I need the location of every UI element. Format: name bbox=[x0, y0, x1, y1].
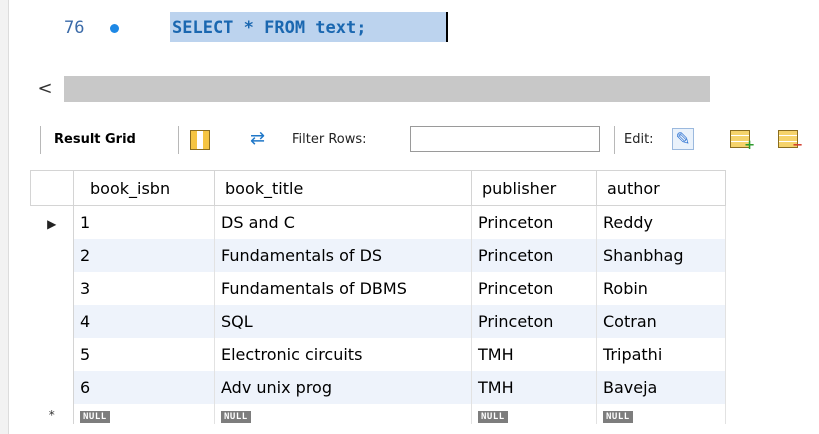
table-cell[interactable]: 3 bbox=[73, 272, 215, 305]
column-header[interactable]: publisher bbox=[471, 170, 597, 206]
new-row-star-icon: * bbox=[48, 408, 55, 422]
table-cell[interactable]: Princeton bbox=[471, 205, 597, 239]
form-editor-grid-icon[interactable] bbox=[190, 130, 210, 150]
table-cell[interactable]: NULL bbox=[214, 404, 472, 424]
table-row[interactable]: 4 SQL Princeton Cotran bbox=[30, 305, 726, 338]
table-row[interactable]: 3 Fundamentals of DBMS Princeton Robin bbox=[30, 272, 726, 305]
delete-row-icon[interactable] bbox=[778, 130, 803, 153]
table-cell[interactable]: Princeton bbox=[471, 305, 597, 338]
refresh-icon[interactable]: ⇄ bbox=[250, 130, 265, 148]
column-header[interactable]: book_isbn bbox=[73, 170, 215, 206]
column-header[interactable]: book_title bbox=[214, 170, 472, 206]
sql-statement[interactable]: SELECT * FROM text; bbox=[172, 18, 366, 38]
table-cell[interactable]: Cotran bbox=[596, 305, 726, 338]
table-cell[interactable]: NULL bbox=[596, 404, 726, 424]
table-cell[interactable]: Princeton bbox=[471, 272, 597, 305]
table-cell[interactable]: Shanbhag bbox=[596, 239, 726, 272]
filter-rows-input[interactable] bbox=[410, 126, 600, 152]
new-row[interactable]: * NULL NULL NULL NULL bbox=[30, 404, 726, 424]
result-toolbar: Result Grid ⇄ Filter Rows: Edit: ✎ bbox=[30, 118, 819, 162]
column-header[interactable]: author bbox=[596, 170, 726, 206]
table-row[interactable]: ▶ 1 DS and C Princeton Reddy bbox=[30, 205, 726, 239]
table-cell[interactable]: Electronic circuits bbox=[214, 338, 472, 371]
table-cell[interactable]: DS and C bbox=[214, 205, 472, 239]
scroll-left-arrow-icon[interactable]: < bbox=[30, 72, 60, 105]
table-cell[interactable]: 6 bbox=[73, 371, 215, 404]
toolbar-separator bbox=[178, 126, 179, 154]
table-cell[interactable]: Baveja bbox=[596, 371, 726, 404]
table-cell[interactable]: Tripathi bbox=[596, 338, 726, 371]
table-row[interactable]: 5 Electronic circuits TMH Tripathi bbox=[30, 338, 726, 371]
edit-label: Edit: bbox=[624, 132, 654, 147]
edit-pencil-icon[interactable]: ✎ bbox=[672, 128, 694, 150]
table-cell[interactable]: 5 bbox=[73, 338, 215, 371]
null-badge: NULL bbox=[80, 411, 110, 423]
table-cell[interactable]: NULL bbox=[73, 404, 215, 424]
table-cell[interactable]: TMH bbox=[471, 338, 597, 371]
table-cell[interactable]: Fundamentals of DS bbox=[214, 239, 472, 272]
table-cell[interactable]: Princeton bbox=[471, 239, 597, 272]
scrollbar-thumb[interactable] bbox=[64, 76, 710, 102]
row-header[interactable] bbox=[30, 305, 74, 338]
table-cell[interactable]: 1 bbox=[73, 205, 215, 239]
text-caret bbox=[446, 12, 448, 42]
table-cell[interactable]: SQL bbox=[214, 305, 472, 338]
row-header[interactable] bbox=[30, 338, 74, 371]
null-badge: NULL bbox=[603, 411, 633, 423]
line-number: 76 bbox=[64, 18, 85, 38]
table-cell[interactable]: Reddy bbox=[596, 205, 726, 239]
null-badge: NULL bbox=[478, 411, 508, 423]
horizontal-scrollbar[interactable]: < bbox=[30, 72, 819, 105]
table-cell[interactable]: Robin bbox=[596, 272, 726, 305]
table-cell[interactable]: Adv unix prog bbox=[214, 371, 472, 404]
statement-marker-icon bbox=[110, 24, 119, 33]
row-header[interactable]: * bbox=[30, 404, 74, 424]
table-cell[interactable]: NULL bbox=[471, 404, 597, 424]
filter-rows-label: Filter Rows: bbox=[292, 132, 367, 147]
add-row-icon[interactable] bbox=[730, 130, 755, 153]
table-row[interactable]: 2 Fundamentals of DS Princeton Shanbhag bbox=[30, 239, 726, 272]
table-row[interactable]: 6 Adv unix prog TMH Baveja bbox=[30, 371, 726, 404]
toolbar-separator bbox=[614, 126, 615, 154]
result-grid-tab[interactable]: Result Grid bbox=[54, 132, 136, 147]
sql-editor[interactable]: 76 SELECT * FROM text; 77 bbox=[12, 0, 819, 66]
row-header[interactable]: ▶ bbox=[30, 205, 74, 239]
row-header[interactable] bbox=[30, 272, 74, 305]
result-table: book_isbn book_title publisher author ▶ … bbox=[30, 170, 726, 424]
header-row: book_isbn book_title publisher author bbox=[30, 170, 726, 206]
table-cell[interactable]: 4 bbox=[73, 305, 215, 338]
row-header[interactable] bbox=[30, 239, 74, 272]
row-header-corner bbox=[30, 170, 74, 206]
result-grid: book_isbn book_title publisher author ▶ … bbox=[30, 170, 726, 424]
table-cell[interactable]: Fundamentals of DBMS bbox=[214, 272, 472, 305]
toolbar-separator bbox=[40, 126, 41, 154]
row-header[interactable] bbox=[30, 371, 74, 404]
table-cell[interactable]: TMH bbox=[471, 371, 597, 404]
null-badge: NULL bbox=[221, 411, 251, 423]
current-row-arrow-icon: ▶ bbox=[47, 217, 57, 231]
left-panel-edge bbox=[0, 0, 9, 434]
table-cell[interactable]: 2 bbox=[73, 239, 215, 272]
